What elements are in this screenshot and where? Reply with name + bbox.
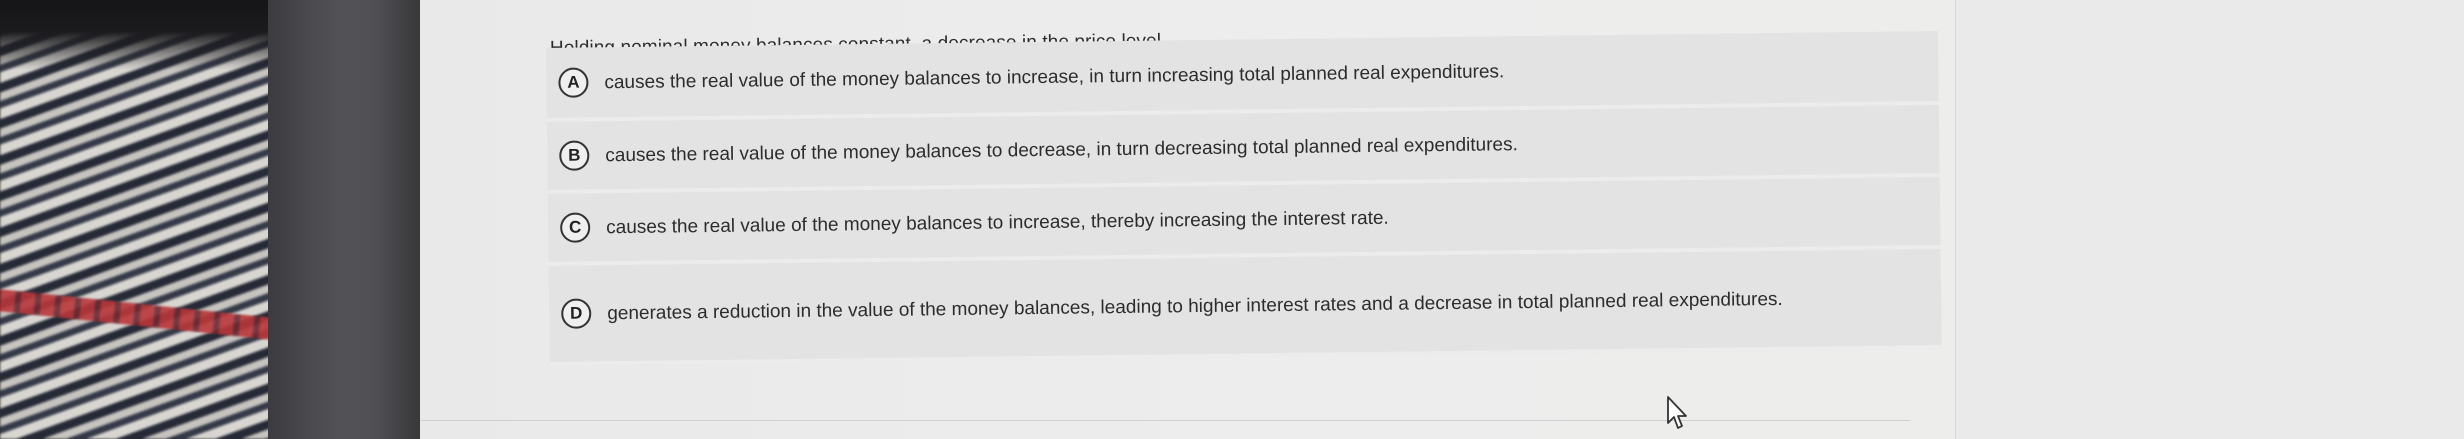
- option-c-radio-icon[interactable]: C: [560, 212, 591, 243]
- option-d-radio-icon[interactable]: D: [561, 298, 592, 329]
- fabric-shadow: [0, 0, 300, 70]
- photo-scene: Holding nominal money balances constant,…: [0, 0, 2464, 439]
- mouse-pointer-icon: [1667, 396, 1687, 429]
- option-d[interactable]: D generates a reduction in the value of …: [548, 248, 1942, 366]
- option-a-text: causes the real value of the money balan…: [604, 60, 1505, 93]
- right-panel: [1955, 0, 2464, 439]
- bezel-shadow: [340, 0, 420, 439]
- screen: Holding nominal money balances constant,…: [420, 0, 2464, 439]
- option-b-radio-icon[interactable]: B: [559, 140, 590, 171]
- option-a-radio-icon[interactable]: A: [558, 67, 589, 98]
- option-d-text: generates a reduction in the value of th…: [607, 288, 1783, 324]
- option-b-text: causes the real value of the money balan…: [605, 133, 1518, 166]
- option-c-text: causes the real value of the money balan…: [606, 207, 1389, 238]
- answer-options: A causes the real value of the money bal…: [546, 30, 1942, 366]
